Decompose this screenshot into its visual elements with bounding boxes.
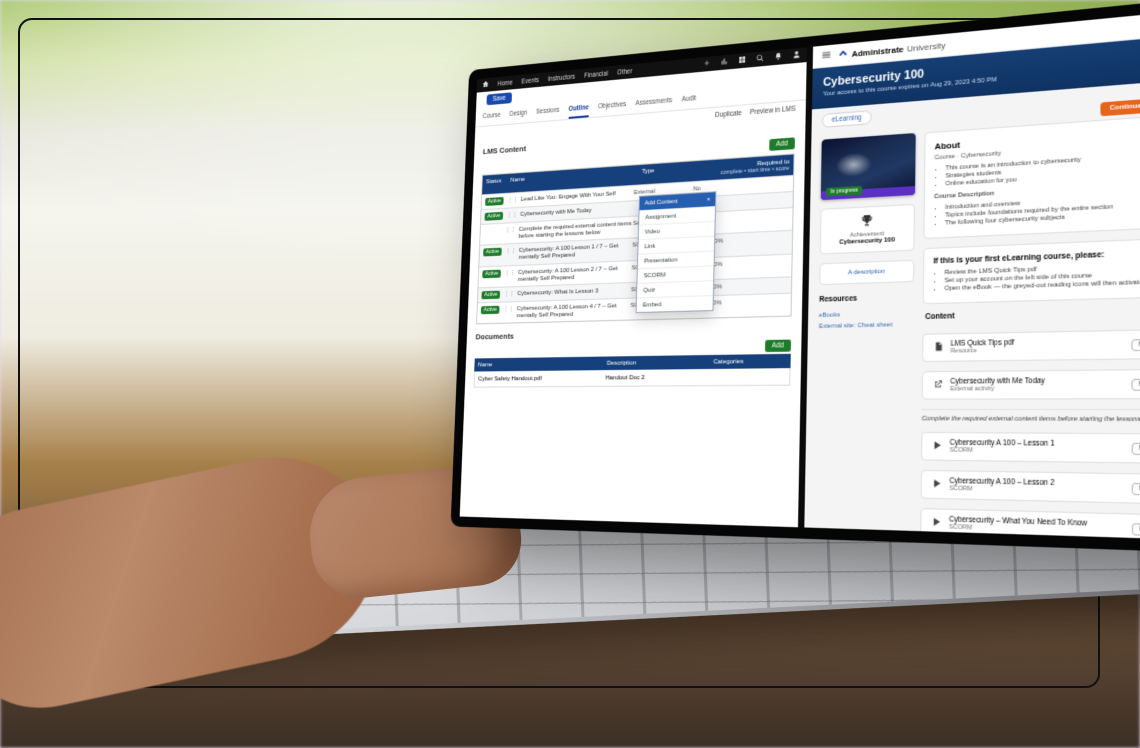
first-course-note: If this is your first eLearning course, … bbox=[923, 237, 1140, 304]
separator-hint: Complete the required external content i… bbox=[922, 409, 1140, 424]
tab-sessions[interactable]: Sessions bbox=[536, 107, 560, 122]
progress-badge: In progress bbox=[826, 186, 862, 197]
add-document-button[interactable]: Add bbox=[765, 340, 792, 352]
tab-elearning[interactable]: eLearning bbox=[822, 110, 871, 128]
drag-handle-icon[interactable]: ⋮⋮ bbox=[503, 305, 514, 312]
content-item[interactable]: Cybersecurity A 100 – Lesson 2 SCORM Not… bbox=[921, 470, 1140, 505]
row-req: No bbox=[693, 179, 789, 192]
nav-other[interactable]: Other bbox=[617, 68, 632, 76]
status-not-started: Not started bbox=[1131, 378, 1140, 390]
nav-grid-icon[interactable] bbox=[738, 55, 746, 66]
drag-handle-icon[interactable]: ⋮⋮ bbox=[505, 247, 516, 255]
nav-user-icon[interactable] bbox=[792, 50, 800, 61]
resource-link[interactable]: eBooks bbox=[819, 310, 914, 319]
course-thumbnail: In progress bbox=[821, 133, 916, 200]
nav-plus-icon[interactable] bbox=[703, 59, 711, 70]
nav-chart-icon[interactable] bbox=[720, 57, 728, 68]
document-row[interactable]: Cyber Safety Handout.pdf Handout Doc 2 bbox=[474, 368, 791, 388]
resource-link[interactable]: External site: Cheat sheet bbox=[819, 321, 914, 330]
tab-objectives[interactable]: Objectives bbox=[598, 101, 627, 117]
dropdown-title: Add Content bbox=[645, 198, 678, 207]
save-button[interactable]: Save bbox=[486, 92, 511, 105]
status-badge: Active bbox=[485, 197, 504, 206]
col-status: Status bbox=[482, 174, 507, 194]
nav-events[interactable]: Events bbox=[521, 77, 539, 86]
tab-course[interactable]: Course bbox=[482, 112, 501, 126]
content-item[interactable]: LMS Quick Tips pdf Resource Not started bbox=[922, 329, 1140, 363]
brand: Administrate University bbox=[838, 39, 946, 60]
nav-bell-icon[interactable] bbox=[774, 52, 782, 63]
document-icon bbox=[932, 341, 943, 354]
drag-handle-icon[interactable]: ⋮⋮ bbox=[504, 290, 515, 297]
nav-financial[interactable]: Financial bbox=[584, 70, 608, 79]
content-heading: Content bbox=[923, 307, 1140, 322]
play-icon bbox=[931, 478, 942, 491]
brand-logo-icon bbox=[838, 49, 849, 61]
action-duplicate[interactable]: Duplicate bbox=[715, 110, 742, 119]
external-link-icon bbox=[932, 379, 943, 392]
add-content-dropdown: Add Content × Assignment Video Link Pres… bbox=[636, 191, 717, 313]
menu-icon[interactable] bbox=[821, 49, 832, 63]
doc-col-cat: Categories bbox=[709, 354, 791, 369]
status-not-started: Not started bbox=[1131, 338, 1140, 351]
play-icon bbox=[931, 440, 942, 453]
nav-instructors[interactable]: Instructors bbox=[548, 73, 575, 83]
drag-handle-icon[interactable]: ⋮⋮ bbox=[507, 211, 518, 219]
action-preview[interactable]: Preview in LMS bbox=[750, 105, 796, 116]
content-item[interactable]: Cybersecurity with Me Today External act… bbox=[922, 369, 1140, 400]
add-content-button[interactable]: Add bbox=[769, 137, 795, 151]
description-link[interactable]: A description bbox=[819, 260, 914, 286]
resources-heading: Resources bbox=[819, 293, 914, 304]
col-type: Type bbox=[638, 161, 698, 185]
doc-col-desc: Description bbox=[603, 355, 710, 370]
play-icon bbox=[931, 516, 942, 529]
tab-audit[interactable]: Audit bbox=[681, 95, 696, 110]
portal-sidebar: In progress Achievement Cybersecurity 10… bbox=[815, 133, 916, 537]
drag-handle-icon[interactable]: ⋮⋮ bbox=[504, 269, 515, 276]
content-item[interactable]: Cybersecurity – What You Need To Know SC… bbox=[920, 508, 1140, 540]
tab-outline[interactable]: Outline bbox=[568, 104, 589, 119]
nav-search-icon[interactable] bbox=[756, 53, 764, 64]
about-card: Continue Course About Course · Cybersecu… bbox=[924, 113, 1140, 239]
tab-design[interactable]: Design bbox=[509, 110, 527, 124]
doc-col-name: Name bbox=[474, 357, 603, 372]
lms-content-table: Status Name Type Required to complete • … bbox=[476, 153, 795, 324]
nav-home[interactable]: Home bbox=[498, 79, 513, 87]
split-screen: Home Events Instructors Financial Other bbox=[460, 9, 1140, 540]
home-icon[interactable] bbox=[482, 80, 489, 90]
laptop-bezel: Home Events Instructors Financial Other bbox=[451, 0, 1140, 553]
drag-handle-icon[interactable]: ⋮⋮ bbox=[507, 196, 518, 204]
learner-portal-app: Administrate University Adam Smith Cyber… bbox=[804, 9, 1140, 540]
achievement-card: Achievement Cybersecurity 100 bbox=[820, 204, 915, 255]
dd-item-embed[interactable]: Embed bbox=[637, 295, 713, 312]
content-item[interactable]: Cybersecurity A 100 – Lesson 1 SCORM Not… bbox=[921, 432, 1140, 464]
admin-backend-app: Home Events Instructors Financial Other bbox=[460, 47, 807, 527]
laptop: Home Events Instructors Financial Other bbox=[80, 100, 1100, 640]
close-icon[interactable]: × bbox=[707, 196, 711, 204]
drag-handle-icon[interactable]: ⋮⋮ bbox=[505, 226, 516, 234]
portal-main: Continue Course About Course · Cybersecu… bbox=[920, 113, 1140, 540]
